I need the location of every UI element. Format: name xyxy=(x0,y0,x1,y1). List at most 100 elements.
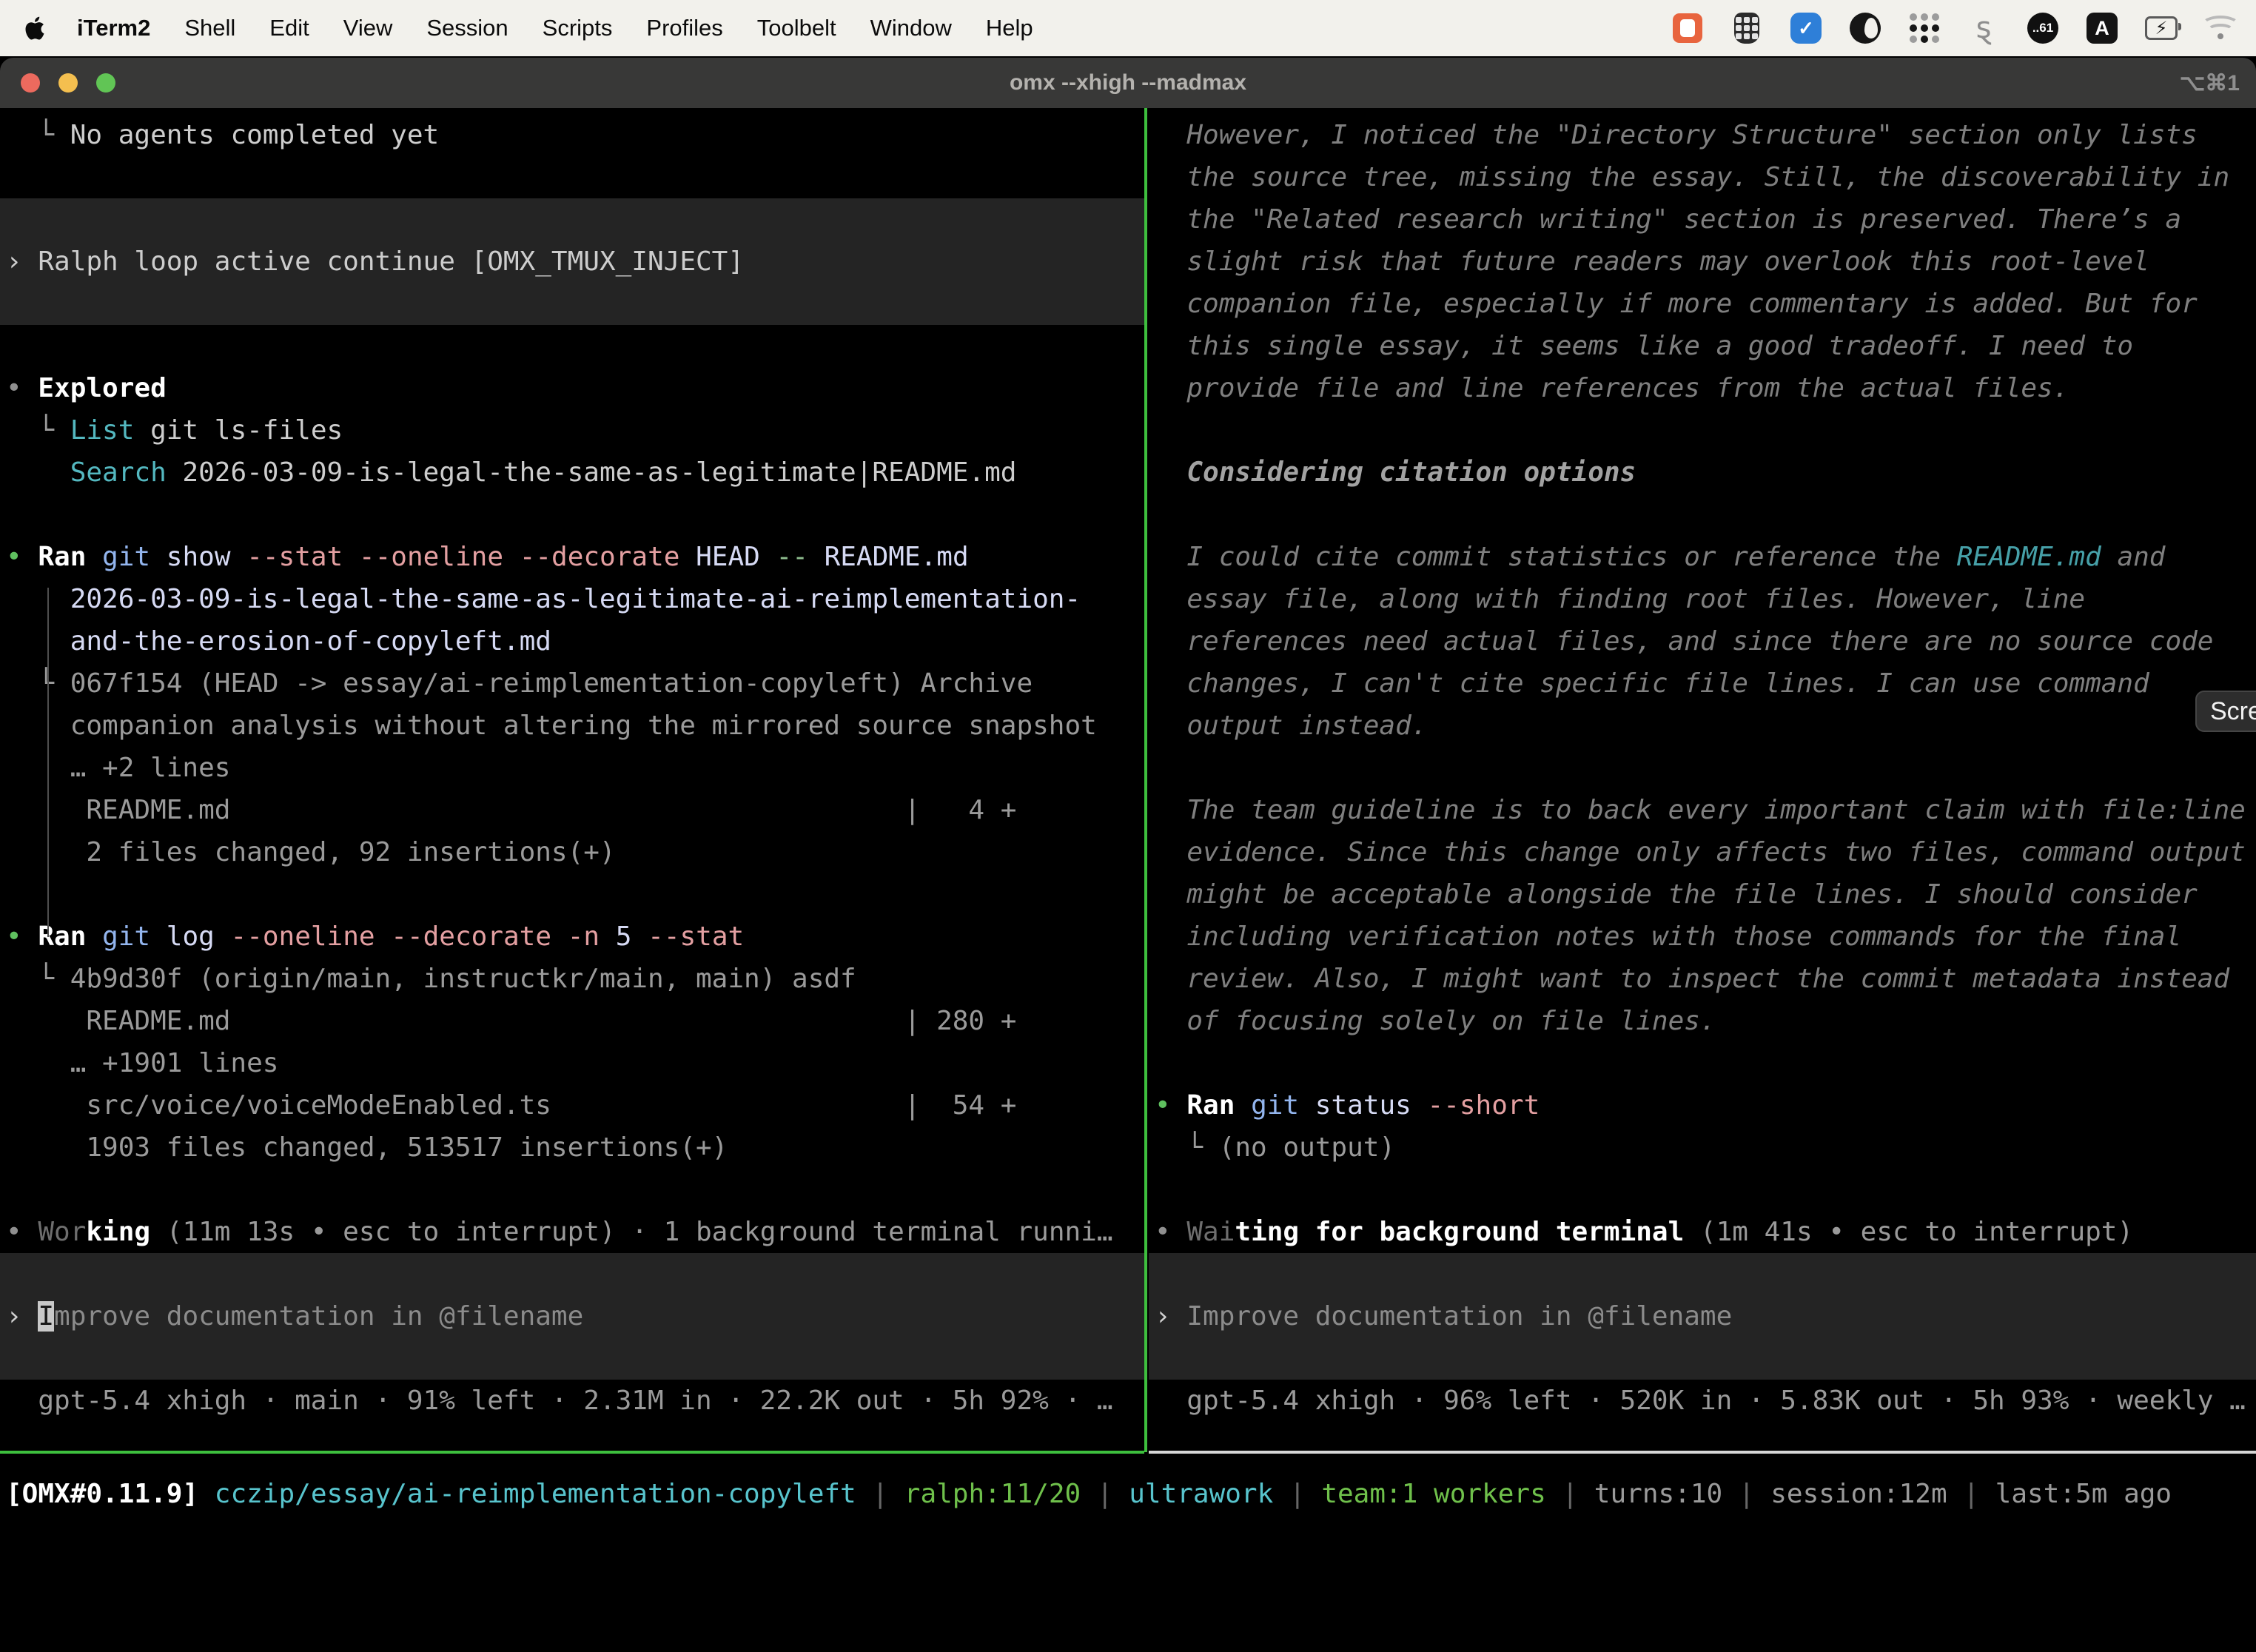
menu-item-shell[interactable]: Shell xyxy=(184,15,235,41)
git-log-summary: 1903 files changed, 513517 insertions(+) xyxy=(6,1126,1138,1169)
right-pane-lines: However, I noticed the "Directory Struct… xyxy=(1155,114,2250,1422)
menu-item-help[interactable]: Help xyxy=(986,15,1033,41)
thinking-text: review. Also, I might want to inspect th… xyxy=(1155,958,2250,1000)
minimize-button[interactable] xyxy=(58,73,78,93)
ran-git-log-command: • Ran git log --oneline --decorate -n 5 … xyxy=(6,916,1138,958)
keypad-shield-icon[interactable] xyxy=(1730,12,1763,44)
thinking-text: provide file and line references from th… xyxy=(1155,367,2250,409)
zoom-button[interactable] xyxy=(96,73,115,93)
menu-item-profiles[interactable]: Profiles xyxy=(646,15,722,41)
waiting-status: • Waiting for background terminal (1m 41… xyxy=(1155,1211,2250,1253)
thinking-text: changes, I can't cite specific file line… xyxy=(1155,662,2250,705)
blank xyxy=(6,1169,1138,1211)
menu-bar: iTerm2 Shell Edit View Session Scripts Profile… xyxy=(0,0,2256,56)
thinking-text: including verification notes with those … xyxy=(1155,916,2250,958)
ran-git-show-command: • Ran git show --stat --oneline --decora… xyxy=(6,536,1138,578)
thinking-text: evidence. Since this change only affects… xyxy=(1155,831,2250,873)
menubar-status-icons: ✓ ȿ ..61 A ⚡ xyxy=(1671,12,2237,44)
thinking-text: might be acceptable alongside the file l… xyxy=(1155,873,2250,916)
command-arg-wrap: 2026-03-09-is-legal-the-same-as-legitima… xyxy=(6,578,1138,620)
terminal: └ No agents completed yet › Ralph loop ac… xyxy=(0,108,2256,1652)
screen-tooltip: Scre xyxy=(2195,691,2256,732)
git-show-summary: 2 files changed, 92 insertions(+) xyxy=(6,831,1138,873)
thinking-text: companion file, especially if more comme… xyxy=(1155,283,2250,325)
omx-status-line: [OMX#0.11.9] cczip/essay/ai-reimplementa… xyxy=(6,1473,2256,1515)
agents-status-line: └ No agents completed yet xyxy=(6,114,1138,156)
battery-icon[interactable]: ⚡ xyxy=(2145,12,2178,44)
left-pane-lines: └ No agents completed yet› Ralph loop ac… xyxy=(6,114,1138,1422)
right-pane[interactable]: However, I noticed the "Directory Struct… xyxy=(1149,108,2256,1449)
menu-item-view[interactable]: View xyxy=(343,15,393,41)
omx-status-line: [OMX#0.11.9] cczip/essay/ai-reimplementa… xyxy=(6,1473,2256,1515)
person-squiggle-icon[interactable]: ȿ xyxy=(1967,12,2000,44)
thinking-text: The team guideline is to back every impo… xyxy=(1155,789,2250,831)
blank xyxy=(1155,747,2250,789)
thinking-text: this single essay, it seems like a good … xyxy=(1155,325,2250,367)
blank xyxy=(1155,1169,2250,1211)
traffic-lights xyxy=(21,73,115,93)
git-show-output: └ 067f154 (HEAD -> essay/ai-reimplementa… xyxy=(6,662,1138,705)
ran-git-status-command: • Ran git status --short xyxy=(1155,1084,2250,1126)
menu-item-scripts[interactable]: Scripts xyxy=(543,15,613,41)
screenshot-app-icon[interactable] xyxy=(1671,12,1704,44)
prompt-input[interactable]: › Improve documentation in @filename xyxy=(1149,1295,2256,1337)
thinking-text: I could cite commit statistics or refere… xyxy=(1155,536,2250,578)
thinking-text: the source tree, missing the essay. Stil… xyxy=(1155,156,2250,198)
thinking-text: However, I noticed the "Directory Struct… xyxy=(1155,114,2250,156)
input-box-bottom xyxy=(1149,1337,2256,1380)
apple-menu-icon[interactable] xyxy=(25,15,47,41)
menu-items: iTerm2 Shell Edit View Session Scripts Profile… xyxy=(77,15,1033,41)
blank xyxy=(6,494,1138,536)
left-pane-bottom-border xyxy=(0,1451,1144,1454)
window-title-bar: omx --xhigh --madmax ⌥⌘1 xyxy=(0,58,2256,108)
wifi-icon[interactable] xyxy=(2204,12,2237,44)
input-box-bottom xyxy=(0,1337,1144,1380)
pane-divider[interactable] xyxy=(1144,108,1147,1452)
thinking-text: output instead. xyxy=(1155,705,2250,747)
window-shortcut-badge: ⌥⌘1 xyxy=(2180,70,2240,96)
tree-guide-line xyxy=(47,588,49,937)
menu-item-edit[interactable]: Edit xyxy=(269,15,309,41)
badge-61-icon[interactable]: ..61 xyxy=(2027,12,2059,44)
window-title: omx --xhigh --madmax xyxy=(1010,70,1246,95)
blue-badge-icon[interactable]: ✓ xyxy=(1790,12,1822,44)
explored-list-item: └ List git ls-files xyxy=(6,409,1138,451)
blank xyxy=(1155,409,2250,451)
explored-header: • Explored xyxy=(6,367,1138,409)
screen: iTerm2 Shell Edit View Session Scripts Profile… xyxy=(0,0,2256,1652)
git-log-stat: src/voice/voiceModeEnabled.ts | 54 + xyxy=(6,1084,1138,1126)
menu-item-window[interactable]: Window xyxy=(870,15,952,41)
ralph-banner: › Ralph loop active continue [OMX_TMUX_I… xyxy=(0,241,1144,283)
a-app-icon[interactable]: A xyxy=(2086,12,2118,44)
thinking-text: the "Related research writing" section i… xyxy=(1155,198,2250,241)
screen-tooltip-label: Scre xyxy=(2210,697,2256,726)
left-pane[interactable]: └ No agents completed yet › Ralph loop ac… xyxy=(0,108,1144,1449)
prompt-input[interactable]: › Improve documentation in @filename xyxy=(0,1295,1144,1337)
menu-item-iterm2[interactable]: iTerm2 xyxy=(77,15,150,41)
close-button[interactable] xyxy=(21,73,40,93)
thinking-header: Considering citation options xyxy=(1155,451,2250,494)
right-pane-bottom-border xyxy=(1149,1451,2256,1454)
thinking-text: essay file, along with finding root file… xyxy=(1155,578,2250,620)
blank xyxy=(1155,494,2250,536)
git-log-output: └ 4b9d30f (origin/main, instructkr/main,… xyxy=(6,958,1138,1000)
pie-chart-icon[interactable] xyxy=(1849,12,1881,44)
dots-grid-icon[interactable] xyxy=(1908,12,1941,44)
thinking-text: of focusing solely on file lines. xyxy=(1155,1000,2250,1042)
git-log-stat: README.md | 280 + xyxy=(6,1000,1138,1042)
git-show-output: companion analysis without altering the … xyxy=(6,705,1138,747)
command-arg-wrap: and-the-erosion-of-copyleft.md xyxy=(6,620,1138,662)
session-stats: gpt-5.4 xhigh · 96% left · 520K in · 5.8… xyxy=(1155,1380,2250,1422)
thinking-text: slight risk that future readers may over… xyxy=(1155,241,2250,283)
blank xyxy=(1155,1042,2250,1084)
input-box-top xyxy=(0,1253,1144,1295)
blank xyxy=(6,873,1138,916)
menu-item-session[interactable]: Session xyxy=(426,15,508,41)
thinking-text: references need actual files, and since … xyxy=(1155,620,2250,662)
input-box-top xyxy=(1149,1253,2256,1295)
ralph-banner-top xyxy=(0,198,1144,241)
git-show-output-elided: … +2 lines xyxy=(6,747,1138,789)
session-stats: gpt-5.4 xhigh · main · 91% left · 2.31M … xyxy=(6,1380,1138,1422)
menu-item-toolbelt[interactable]: Toolbelt xyxy=(757,15,836,41)
explored-search-item: Search 2026-03-09-is-legal-the-same-as-l… xyxy=(6,451,1138,494)
